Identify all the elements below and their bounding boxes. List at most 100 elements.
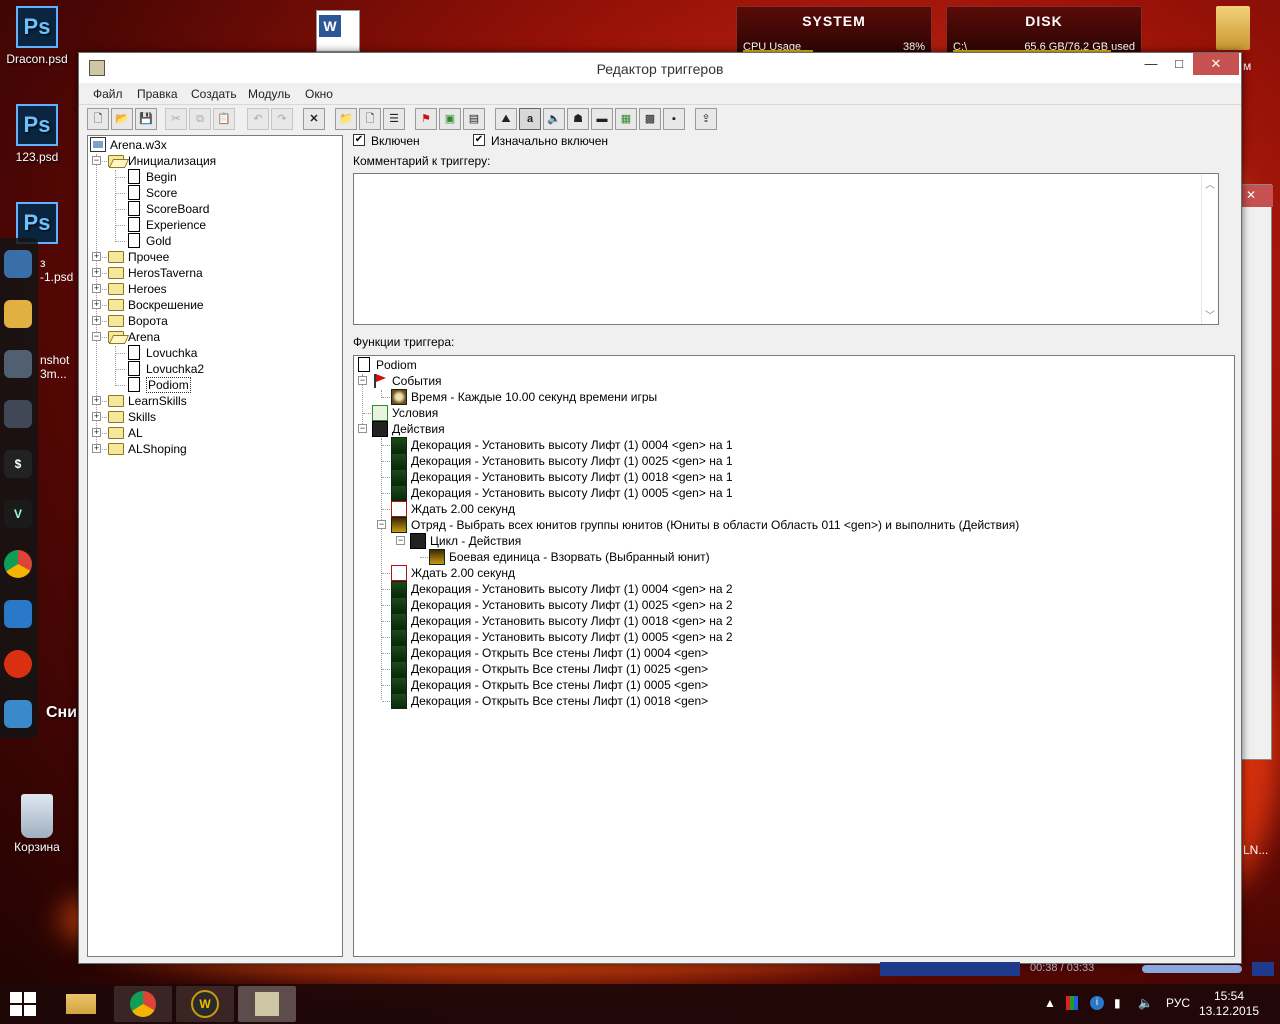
media-seek-bar[interactable] bbox=[1142, 965, 1242, 973]
upgrade-icon[interactable]: ▩ bbox=[639, 108, 661, 130]
save-icon[interactable]: 💾 bbox=[135, 108, 157, 130]
actions-collapse-icon[interactable]: − bbox=[358, 424, 367, 433]
scroll-down-icon[interactable]: ﹀ bbox=[1202, 307, 1218, 322]
flag-tray-icon[interactable] bbox=[1066, 996, 1078, 1010]
action-text: Ждать 2.00 секунд bbox=[411, 566, 515, 580]
menu-create[interactable]: Создать bbox=[191, 87, 237, 101]
wait-icon bbox=[391, 565, 407, 581]
doodad-tree-icon bbox=[391, 453, 407, 469]
expand-icon[interactable]: + bbox=[92, 444, 101, 453]
expand-icon[interactable]: + bbox=[92, 300, 101, 309]
warcraft-icon[interactable]: W bbox=[176, 986, 234, 1022]
unit-icon[interactable]: ☗ bbox=[567, 108, 589, 130]
pane-splitter[interactable] bbox=[343, 135, 351, 957]
desktop-icon-123[interactable]: Ps 123.psd bbox=[0, 104, 74, 164]
doodad-tree-icon bbox=[391, 661, 407, 677]
events-collapse-icon[interactable]: − bbox=[358, 376, 367, 385]
redo-icon[interactable]: ↷ bbox=[271, 108, 293, 130]
cut-icon[interactable]: ✂ bbox=[165, 108, 187, 130]
photoshop-icon: Ps bbox=[16, 6, 58, 48]
open-icon[interactable]: 📂 bbox=[111, 108, 133, 130]
scroll-up-icon[interactable]: ︿ bbox=[1202, 176, 1218, 191]
delete-icon[interactable]: ✕ bbox=[303, 108, 325, 130]
close-button[interactable]: ✕ bbox=[1193, 53, 1239, 75]
new-icon[interactable]: 🗋 bbox=[87, 108, 109, 130]
chrome-icon[interactable] bbox=[4, 550, 32, 578]
expand-icon[interactable]: + bbox=[92, 412, 101, 421]
language-indicator[interactable]: РУС bbox=[1166, 996, 1190, 1010]
collapse-icon[interactable]: − bbox=[396, 536, 405, 545]
desktop-icon-dracon[interactable]: Ps Dracon.psd bbox=[0, 6, 74, 66]
menu-window[interactable]: Окно bbox=[305, 87, 333, 101]
minimize-button[interactable]: — bbox=[1137, 53, 1165, 75]
tree-item-label: ScoreBoard bbox=[146, 202, 210, 216]
chrome-icon[interactable] bbox=[114, 986, 172, 1022]
menu-module[interactable]: Модуль bbox=[248, 87, 291, 101]
folder-icon[interactable] bbox=[4, 300, 32, 328]
sound-icon[interactable]: 🔈 bbox=[543, 108, 565, 130]
comment-textarea[interactable]: ︿ ﹀ bbox=[353, 173, 1219, 325]
new-category-icon[interactable]: 📁 bbox=[335, 108, 357, 130]
media-controls[interactable] bbox=[880, 962, 1020, 976]
object-icon[interactable]: ▪ bbox=[663, 108, 685, 130]
comment-scrollbar[interactable]: ︿ ﹀ bbox=[1201, 174, 1218, 324]
trigger-functions-tree[interactable]: Podiom − События Время - Каждые 10.00 се… bbox=[353, 355, 1235, 957]
robot-icon[interactable] bbox=[4, 400, 32, 428]
money-icon[interactable]: $ bbox=[4, 450, 32, 478]
expand-icon[interactable]: + bbox=[92, 284, 101, 293]
action-text: Декорация - Открыть Все стены Лифт (1) 0… bbox=[411, 678, 709, 692]
collapse-icon[interactable]: − bbox=[92, 332, 101, 341]
word-document-icon[interactable]: W bbox=[316, 10, 360, 52]
volume-icon[interactable]: 🔈 bbox=[1138, 996, 1153, 1010]
tray-expand-icon[interactable]: ▲ bbox=[1044, 996, 1056, 1010]
expand-icon[interactable]: + bbox=[92, 268, 101, 277]
collapse-icon[interactable]: − bbox=[377, 520, 386, 529]
new-action-icon[interactable]: ▤ bbox=[463, 108, 485, 130]
new-condition-icon[interactable]: ▣ bbox=[439, 108, 461, 130]
copy-icon[interactable]: ⧉ bbox=[189, 108, 211, 130]
expand-icon[interactable]: + bbox=[92, 428, 101, 437]
world-editor-icon[interactable] bbox=[238, 986, 296, 1022]
media-collapse-icon[interactable] bbox=[1252, 962, 1274, 976]
settings-icon[interactable] bbox=[4, 350, 32, 378]
folder-icon bbox=[108, 427, 124, 439]
initially-on-checkbox[interactable]: ✔ bbox=[473, 134, 485, 146]
start-icon[interactable] bbox=[10, 992, 38, 1018]
paste-icon[interactable]: 📋 bbox=[213, 108, 235, 130]
v-app-icon[interactable]: V bbox=[4, 500, 32, 528]
network-icon[interactable]: ▮ bbox=[1114, 996, 1121, 1010]
expand-icon[interactable]: + bbox=[92, 316, 101, 325]
flash-icon[interactable] bbox=[4, 650, 32, 678]
new-comment-icon[interactable]: ☰ bbox=[383, 108, 405, 130]
explorer-icon[interactable] bbox=[52, 986, 110, 1022]
clapboard-icon bbox=[372, 421, 388, 437]
doodad-icon[interactable]: a bbox=[519, 108, 541, 130]
info-icon[interactable]: i bbox=[1090, 996, 1104, 1010]
desktop-icon-recycle-bin[interactable]: Корзина bbox=[0, 794, 74, 854]
folder-icon bbox=[108, 155, 124, 167]
computer-icon[interactable] bbox=[4, 250, 32, 278]
collapse-icon[interactable]: − bbox=[92, 156, 101, 165]
desktop-folder-icon[interactable] bbox=[1216, 6, 1250, 50]
trigger-icon bbox=[358, 357, 370, 372]
new-event-icon[interactable]: ⚑ bbox=[415, 108, 437, 130]
action-text: Декорация - Установить высоту Лифт (1) 0… bbox=[411, 598, 733, 612]
ability-icon[interactable]: ▦ bbox=[615, 108, 637, 130]
menu-file[interactable]: Файл bbox=[93, 87, 123, 101]
undo-icon[interactable]: ↶ bbox=[247, 108, 269, 130]
import-icon[interactable]: ⇪ bbox=[695, 108, 717, 130]
new-trigger-icon[interactable]: 🗋 bbox=[359, 108, 381, 130]
music-icon[interactable] bbox=[4, 600, 32, 628]
terrain-icon[interactable]: ⛰ bbox=[495, 108, 517, 130]
trigger-editor-window: Редактор триггеров — □ ✕ Файл Правка Соз… bbox=[78, 52, 1242, 964]
trigger-tree[interactable]: Arena.w3x − Инициализация Begin Score ScoreB… bbox=[87, 135, 343, 957]
expand-icon[interactable]: + bbox=[92, 396, 101, 405]
clock[interactable]: 15:54 13.12.2015 bbox=[1196, 989, 1262, 1019]
menu-edit[interactable]: Правка bbox=[137, 87, 178, 101]
item-icon[interactable]: ▬ bbox=[591, 108, 613, 130]
expand-icon[interactable]: + bbox=[92, 252, 101, 261]
trigger-icon bbox=[128, 185, 140, 200]
maximize-button[interactable]: □ bbox=[1165, 53, 1193, 75]
enabled-checkbox[interactable]: ✔ bbox=[353, 134, 365, 146]
camera-icon[interactable] bbox=[4, 700, 32, 728]
